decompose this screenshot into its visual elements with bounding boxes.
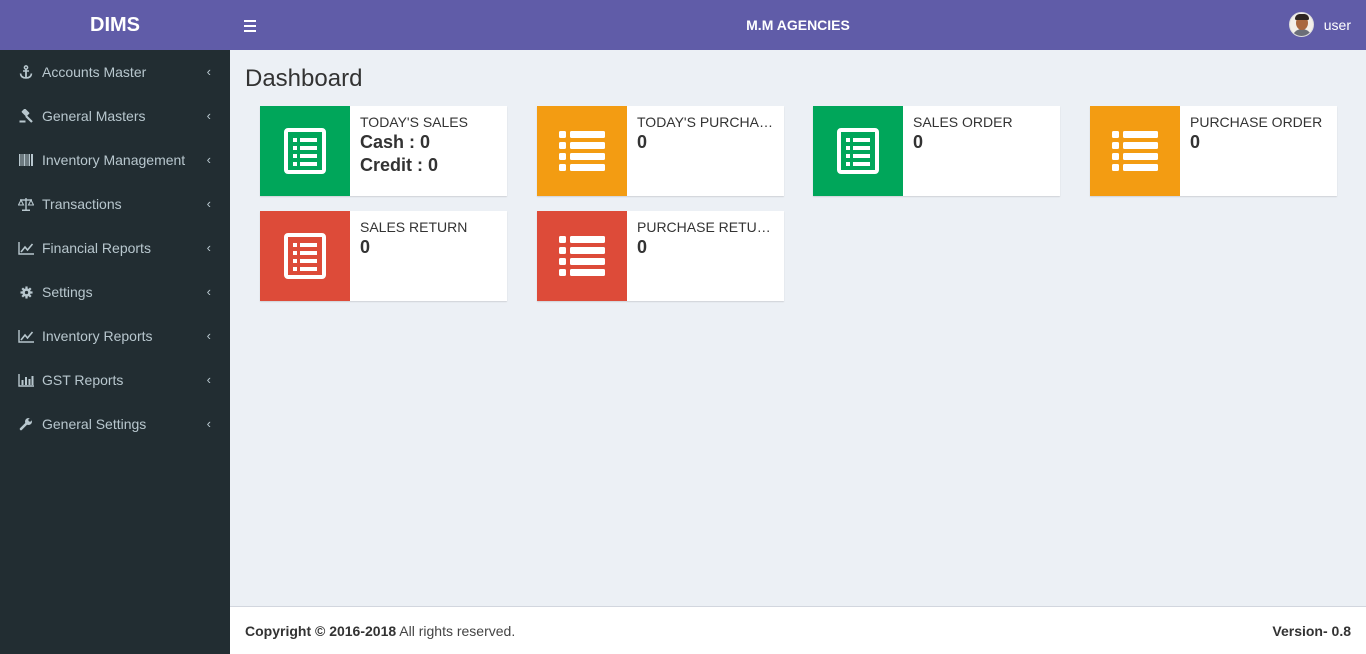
- chevron-left-icon: ‹: [206, 64, 211, 79]
- cash-value: Cash : 0: [360, 132, 431, 152]
- list-alt-icon: [813, 106, 903, 196]
- chevron-left-icon: ‹: [206, 328, 211, 343]
- page-title: Dashboard: [245, 65, 363, 92]
- sidebar-item-label: Transactions: [42, 196, 122, 212]
- top-navbar: M.M AGENCIES user: [230, 0, 1366, 50]
- user-menu[interactable]: user: [1288, 12, 1351, 37]
- sidebar-item-settings[interactable]: Settings ‹: [0, 270, 230, 314]
- sidebar-item-inventory-reports[interactable]: Inventory Reports ‹: [0, 314, 230, 358]
- info-box-purchase-return[interactable]: PURCHASE RETURN 0: [537, 211, 784, 301]
- sidebar-item-inventory-management[interactable]: Inventory Management ‹: [0, 138, 230, 182]
- sidebar-item-label: General Settings: [42, 416, 147, 432]
- box-label: SALES ORDER: [913, 114, 1013, 130]
- sidebar-item-label: GST Reports: [42, 372, 124, 388]
- box-value: 0: [637, 237, 648, 257]
- balance-scale-icon: [17, 197, 35, 211]
- app-logo[interactable]: DIMS: [0, 0, 230, 50]
- list-icon: [1090, 106, 1180, 196]
- sidebar-item-general-masters[interactable]: General Masters ‹: [0, 94, 230, 138]
- list-alt-icon: [260, 211, 350, 301]
- copyright-label: Copyright © 2016-2018: [245, 622, 397, 639]
- box-value: 0: [637, 132, 648, 152]
- version-label: Version- 0.8: [1272, 622, 1351, 639]
- box-label: PURCHASE RETURN: [637, 219, 776, 235]
- info-box-todays-purchase[interactable]: TODAY'S PURCHASE 0: [537, 106, 784, 196]
- box-value: 0: [913, 132, 924, 152]
- anchor-icon: [17, 65, 35, 79]
- chevron-left-icon: ‹: [206, 284, 211, 299]
- list-alt-icon: [260, 106, 350, 196]
- sidebar-item-accounts-master[interactable]: Accounts Master ‹: [0, 50, 230, 94]
- chevron-left-icon: ‹: [206, 152, 211, 167]
- box-label: TODAY'S SALES: [360, 114, 468, 130]
- sidebar-item-label: Inventory Management: [42, 152, 186, 168]
- list-icon: [537, 211, 627, 301]
- user-name: user: [1323, 16, 1351, 33]
- list-icon: [537, 106, 627, 196]
- chevron-left-icon: ‹: [206, 372, 211, 387]
- barcode-icon: [17, 154, 35, 166]
- sidebar-item-label: Settings: [42, 284, 93, 300]
- info-box-sales-return[interactable]: SALES RETURN 0: [260, 211, 507, 301]
- sidebar-item-gst-reports[interactable]: GST Reports ‹: [0, 358, 230, 402]
- info-box-sales-order[interactable]: SALES ORDER 0: [813, 106, 1060, 196]
- chevron-left-icon: ‹: [206, 108, 211, 123]
- sidebar-item-general-settings[interactable]: General Settings ‹: [0, 402, 230, 446]
- sidebar-item-label: Inventory Reports: [42, 328, 153, 344]
- box-label: SALES RETURN: [360, 219, 468, 235]
- user-avatar: [1288, 12, 1314, 37]
- chevron-left-icon: ‹: [206, 196, 211, 211]
- info-box-purchase-order[interactable]: PURCHASE ORDER 0: [1090, 106, 1337, 196]
- sidebar-menu: Accounts Master ‹ General Masters ‹ Inve…: [0, 50, 230, 654]
- credit-value: Credit : 0: [360, 155, 439, 175]
- main-content: Dashboard TODAY'S SALES Cash : 0 Credit …: [230, 50, 1366, 606]
- box-value: 0: [1190, 132, 1201, 152]
- line-chart-icon: [17, 329, 35, 343]
- chevron-left-icon: ‹: [206, 240, 211, 255]
- bar-chart-icon: [17, 373, 35, 387]
- copyright-text: Copyright © 2016-2018 All rights reserve…: [245, 623, 515, 639]
- sidebar-item-label: General Masters: [42, 108, 146, 124]
- box-value: 0: [360, 237, 371, 257]
- cog-icon: [17, 285, 35, 299]
- sidebar-item-label: Financial Reports: [42, 240, 151, 256]
- gavel-icon: [17, 109, 35, 123]
- sidebar-item-transactions[interactable]: Transactions ‹: [0, 182, 230, 226]
- chevron-left-icon: ‹: [206, 416, 211, 431]
- company-name: M.M AGENCIES: [746, 17, 850, 33]
- box-label: PURCHASE ORDER: [1190, 114, 1323, 130]
- rights-label: All rights reserved.: [396, 622, 516, 639]
- sidebar-item-label: Accounts Master: [42, 64, 147, 80]
- page-footer: Copyright © 2016-2018 All rights reserve…: [230, 606, 1366, 654]
- wrench-icon: [17, 417, 35, 431]
- line-chart-icon: [17, 241, 35, 255]
- box-label: TODAY'S PURCHASE: [637, 114, 776, 130]
- info-box-todays-sales[interactable]: TODAY'S SALES Cash : 0 Credit : 0: [260, 106, 507, 196]
- sidebar-item-financial-reports[interactable]: Financial Reports ‹: [0, 226, 230, 270]
